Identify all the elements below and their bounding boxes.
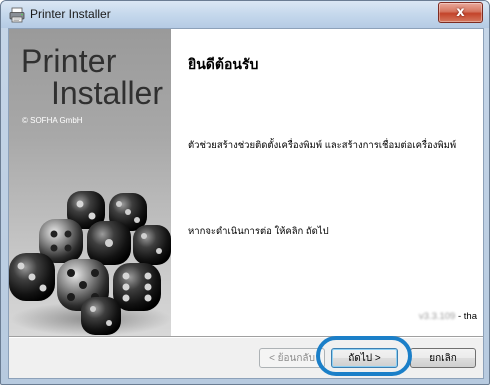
- die-middle-right: [133, 225, 171, 265]
- continue-instruction: หากจะดำเนินการต่อ ให้คลิก ถัดไป: [188, 226, 329, 237]
- die-front-left: [9, 253, 55, 301]
- close-button[interactable]: x: [438, 2, 483, 23]
- glass-dice-artwork: [9, 191, 171, 336]
- installer-window: Printer Installer x Printer Installer © …: [0, 0, 490, 385]
- die-front-right: [113, 263, 161, 311]
- close-icon: x: [456, 5, 465, 20]
- brand-title-line2: Installer: [50, 75, 163, 111]
- back-button[interactable]: < ย้อนกลับ: [259, 348, 325, 368]
- wizard-side-banner: Printer Installer © SOFHA GmbH: [9, 29, 171, 336]
- cancel-button[interactable]: ยกเลิก: [410, 348, 476, 368]
- version-language-label: v3.3.109 - tha: [419, 311, 477, 322]
- wizard-client-area: Printer Installer © SOFHA GmbH ยินดีต้อน…: [8, 28, 484, 379]
- next-button[interactable]: ถัดไป >: [331, 348, 398, 368]
- language-code: - tha: [455, 311, 477, 322]
- die-middle-center: [87, 221, 131, 265]
- die-bottom-center: [81, 297, 121, 335]
- wizard-description: ตัวช่วยสร้างช่วยติดตั้งเครื่องพิมพ์ และส…: [188, 140, 457, 151]
- printer-installer-icon: [9, 7, 25, 23]
- welcome-heading: ยินดีต้อนรับ: [188, 56, 259, 72]
- title-bar[interactable]: Printer Installer x: [1, 1, 489, 28]
- wizard-content-panel: ยินดีต้อนรับ ตัวช่วยสร้างช่วยติดตั้งเครื…: [171, 29, 483, 336]
- copyright-text: © SOFHA GmbH: [22, 116, 83, 125]
- window-title: Printer Installer: [30, 7, 111, 21]
- button-area-divider: [9, 336, 483, 338]
- version-number: v3.3.109: [418, 311, 456, 322]
